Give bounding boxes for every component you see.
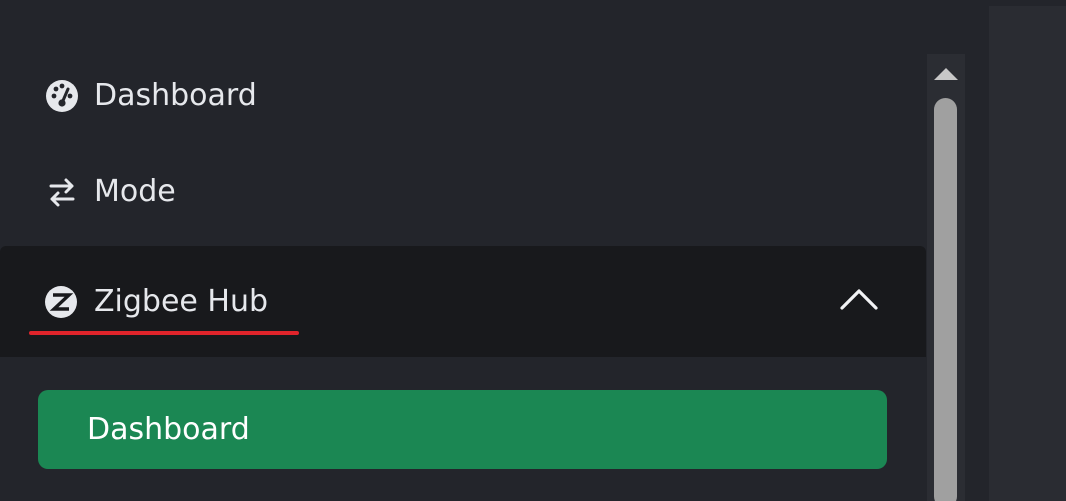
sidebar-scrollbar[interactable]	[927, 54, 965, 501]
sidebar-item-label: Mode	[94, 174, 176, 209]
scroll-up-arrow-icon[interactable]	[932, 66, 960, 84]
app-page: Dashboard Mode Zigbee Hub Dashboard	[0, 0, 1066, 501]
swap-arrows-icon	[44, 174, 80, 210]
zigbee-icon	[44, 285, 80, 321]
sidebar-item-mode[interactable]: Mode	[0, 152, 928, 232]
dashboard-gauge-icon	[44, 78, 80, 114]
sidebar-item-dashboard[interactable]: Dashboard	[0, 56, 928, 136]
active-group-underline	[29, 331, 299, 335]
sidebar-group-zigbee-hub[interactable]: Zigbee Hub	[0, 246, 926, 357]
sidebar-subitem-label: Dashboard	[87, 412, 250, 447]
sidebar-subitem-dashboard[interactable]: Dashboard	[38, 390, 887, 469]
chevron-up-icon[interactable]	[838, 284, 880, 314]
content-panel	[989, 6, 1066, 501]
sidebar: Dashboard Mode Zigbee Hub Dashboard	[0, 0, 928, 501]
scrollbar-thumb[interactable]	[934, 98, 957, 501]
sidebar-item-label: Dashboard	[94, 78, 257, 113]
sidebar-group-label: Zigbee Hub	[94, 284, 269, 319]
